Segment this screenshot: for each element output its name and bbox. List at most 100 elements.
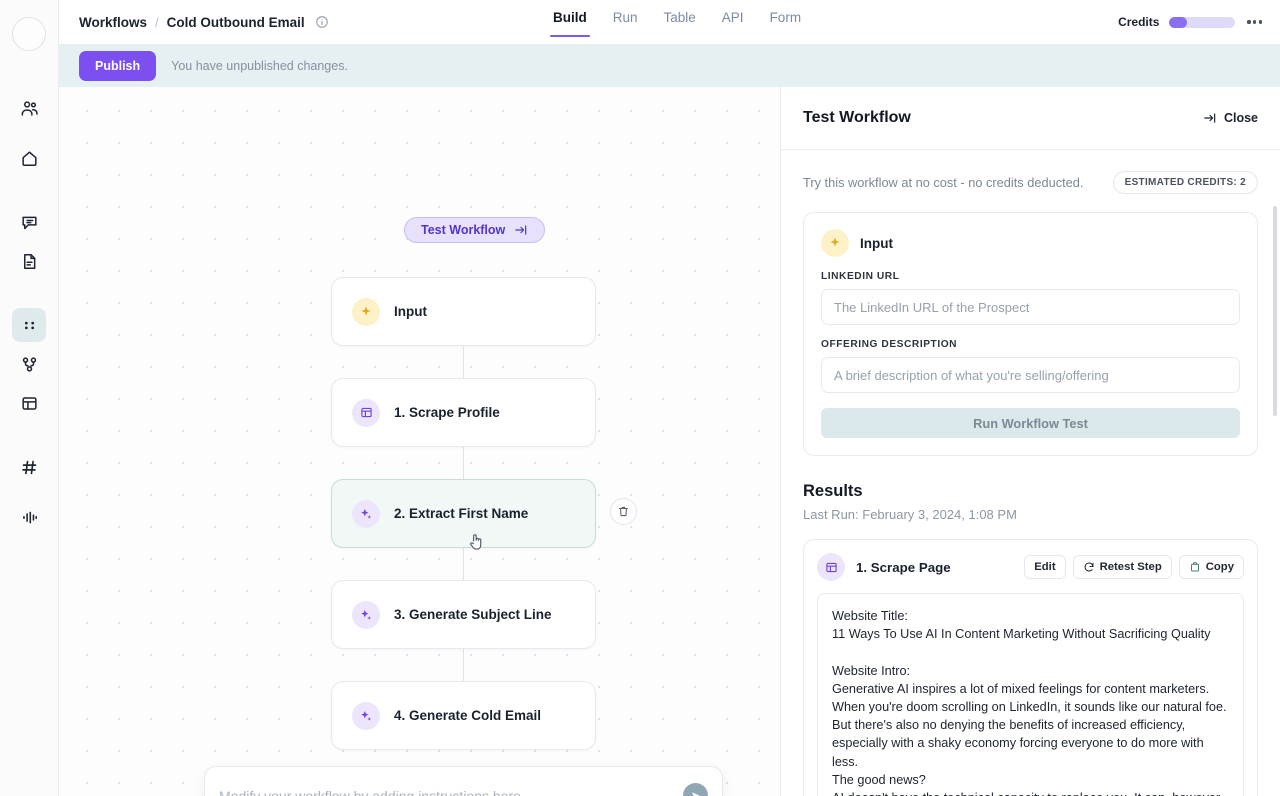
credits-progress-fill bbox=[1169, 16, 1187, 28]
sparkle-yellow-icon bbox=[821, 229, 849, 257]
layout-icon bbox=[21, 396, 37, 410]
panel-title: Test Workflow bbox=[803, 109, 911, 126]
top-bar: Workflows / Cold Outbound Email Build Ru… bbox=[59, 0, 1280, 45]
send-icon bbox=[691, 791, 700, 796]
hash-icon bbox=[21, 460, 36, 474]
sidebar-item-branches[interactable] bbox=[12, 347, 46, 381]
tab-form[interactable]: Form bbox=[770, 10, 802, 35]
workflow-canvas[interactable]: Test Workflow Input 1. Scrape Profile 2.… bbox=[59, 87, 780, 796]
copy-label: Copy bbox=[1205, 561, 1234, 573]
result-card-body: Website Title: 11 Ways To Use AI In Cont… bbox=[817, 593, 1244, 796]
info-icon[interactable] bbox=[315, 15, 329, 29]
node-extract-first-name[interactable]: 2. Extract First Name bbox=[331, 479, 596, 548]
offering-description-input[interactable] bbox=[821, 357, 1240, 393]
breadcrumb-current[interactable]: Cold Outbound Email bbox=[167, 15, 305, 30]
chat-icon bbox=[21, 216, 37, 229]
main-column: Workflows / Cold Outbound Email Build Ru… bbox=[59, 0, 1280, 796]
refresh-icon bbox=[1084, 562, 1094, 572]
publish-bar: Publish You have unpublished changes. bbox=[59, 45, 1280, 87]
sidebar-item-documents[interactable] bbox=[12, 244, 46, 278]
edit-button[interactable]: Edit bbox=[1024, 555, 1066, 579]
rail-icon-list bbox=[0, 91, 58, 534]
delete-node-button[interactable] bbox=[610, 498, 637, 525]
copy-button[interactable]: Copy bbox=[1178, 555, 1244, 579]
sidebar-item-contacts[interactable] bbox=[12, 91, 46, 125]
sidebar-item-tables[interactable] bbox=[12, 386, 46, 420]
avatar[interactable] bbox=[12, 17, 46, 51]
breadcrumb: Workflows / Cold Outbound Email bbox=[59, 15, 329, 30]
node-input[interactable]: Input bbox=[331, 277, 596, 346]
unpublished-changes-message: You have unpublished changes. bbox=[171, 59, 348, 73]
layout-icon bbox=[817, 553, 845, 581]
node-scrape-profile[interactable]: 1. Scrape Profile bbox=[331, 378, 596, 447]
retest-step-label: Retest Step bbox=[1099, 561, 1162, 573]
try-row: Try this workflow at no cost - no credit… bbox=[803, 171, 1258, 194]
branch-icon bbox=[22, 356, 36, 372]
sidebar-item-workflows[interactable] bbox=[12, 308, 46, 342]
modify-workflow-input[interactable] bbox=[219, 787, 683, 796]
node-label: 4. Generate Cold Email bbox=[394, 708, 542, 723]
credits-progress-bar[interactable] bbox=[1169, 16, 1236, 28]
home-icon bbox=[21, 150, 37, 166]
publish-button[interactable]: Publish bbox=[79, 51, 157, 81]
arrow-to-line-icon bbox=[515, 225, 527, 235]
breadcrumb-root[interactable]: Workflows bbox=[79, 15, 147, 30]
tab-bar: Build Run Table API Form bbox=[550, 0, 802, 45]
credits-label: Credits bbox=[1118, 15, 1160, 29]
connector-4 bbox=[463, 649, 465, 681]
node-label: 2. Extract First Name bbox=[394, 506, 529, 521]
node-generate-subject-line[interactable]: 3. Generate Subject Line bbox=[331, 580, 596, 649]
node-label: Input bbox=[394, 304, 427, 319]
try-workflow-text: Try this workflow at no cost - no credit… bbox=[803, 175, 1084, 190]
last-run-text: Last Run: February 3, 2024, 1:08 PM bbox=[803, 507, 1017, 522]
sidebar-item-messages[interactable] bbox=[12, 205, 46, 239]
estimated-credits-badge: ESTIMATED CREDITS: 2 bbox=[1112, 171, 1258, 194]
trash-icon bbox=[618, 506, 629, 517]
sidebar-item-analytics[interactable] bbox=[12, 500, 46, 534]
result-card-actions: Edit Retest Step Copy bbox=[1024, 555, 1244, 579]
tab-api[interactable]: API bbox=[722, 10, 744, 35]
node-label: 1. Scrape Profile bbox=[394, 405, 500, 420]
panel-scrollbar[interactable] bbox=[1273, 206, 1277, 416]
document-icon bbox=[23, 253, 35, 269]
retest-step-button[interactable]: Retest Step bbox=[1072, 555, 1172, 579]
close-panel-button[interactable]: Close bbox=[1203, 111, 1258, 125]
tab-run[interactable]: Run bbox=[613, 10, 638, 35]
more-horizontal-icon[interactable] bbox=[1245, 14, 1264, 29]
input-card-title: Input bbox=[860, 235, 893, 251]
result-card-header: 1. Scrape Page Edit Retest Step Copy bbox=[817, 553, 1244, 581]
body-split: Test Workflow Input 1. Scrape Profile 2.… bbox=[59, 87, 1280, 796]
result-card: 1. Scrape Page Edit Retest Step Copy Web… bbox=[803, 539, 1258, 796]
sidebar-item-channels[interactable] bbox=[12, 450, 46, 484]
offering-description-label: OFFERING DESCRIPTION bbox=[821, 339, 958, 350]
analytics-icon bbox=[22, 511, 37, 523]
send-button[interactable] bbox=[683, 783, 708, 796]
sidebar-item-home[interactable] bbox=[12, 141, 46, 175]
results-heading: Results bbox=[803, 482, 863, 500]
sparkle-icon bbox=[352, 701, 380, 730]
people-icon bbox=[21, 100, 38, 116]
connector-2 bbox=[463, 447, 465, 479]
node-label: 3. Generate Subject Line bbox=[394, 607, 552, 622]
copy-icon bbox=[1190, 562, 1199, 572]
panel-scroll-area: Try this workflow at no cost - no credit… bbox=[781, 150, 1280, 796]
connector-3 bbox=[463, 548, 465, 580]
sparkle-yellow-icon bbox=[352, 297, 380, 326]
test-workflow-pill-button[interactable]: Test Workflow bbox=[404, 217, 546, 243]
linkedin-url-label: LINKEDIN URL bbox=[821, 271, 900, 282]
test-workflow-pill-label: Test Workflow bbox=[421, 223, 506, 237]
tab-build[interactable]: Build bbox=[550, 10, 590, 37]
node-generate-cold-email[interactable]: 4. Generate Cold Email bbox=[331, 681, 596, 750]
close-panel-label: Close bbox=[1223, 111, 1258, 125]
run-workflow-test-button[interactable]: Run Workflow Test bbox=[821, 408, 1240, 438]
linkedin-url-input[interactable] bbox=[821, 289, 1240, 325]
left-nav-rail bbox=[0, 0, 59, 796]
tab-table[interactable]: Table bbox=[664, 10, 696, 35]
input-card-header: Input bbox=[821, 229, 1240, 257]
sparkle-icon bbox=[352, 600, 380, 629]
sparkle-icon bbox=[352, 499, 380, 528]
layout-icon bbox=[352, 398, 380, 427]
prompt-row bbox=[205, 767, 722, 796]
panel-header: Test Workflow Close bbox=[781, 87, 1280, 150]
test-workflow-panel: Test Workflow Close Try this workflow at… bbox=[780, 87, 1280, 796]
